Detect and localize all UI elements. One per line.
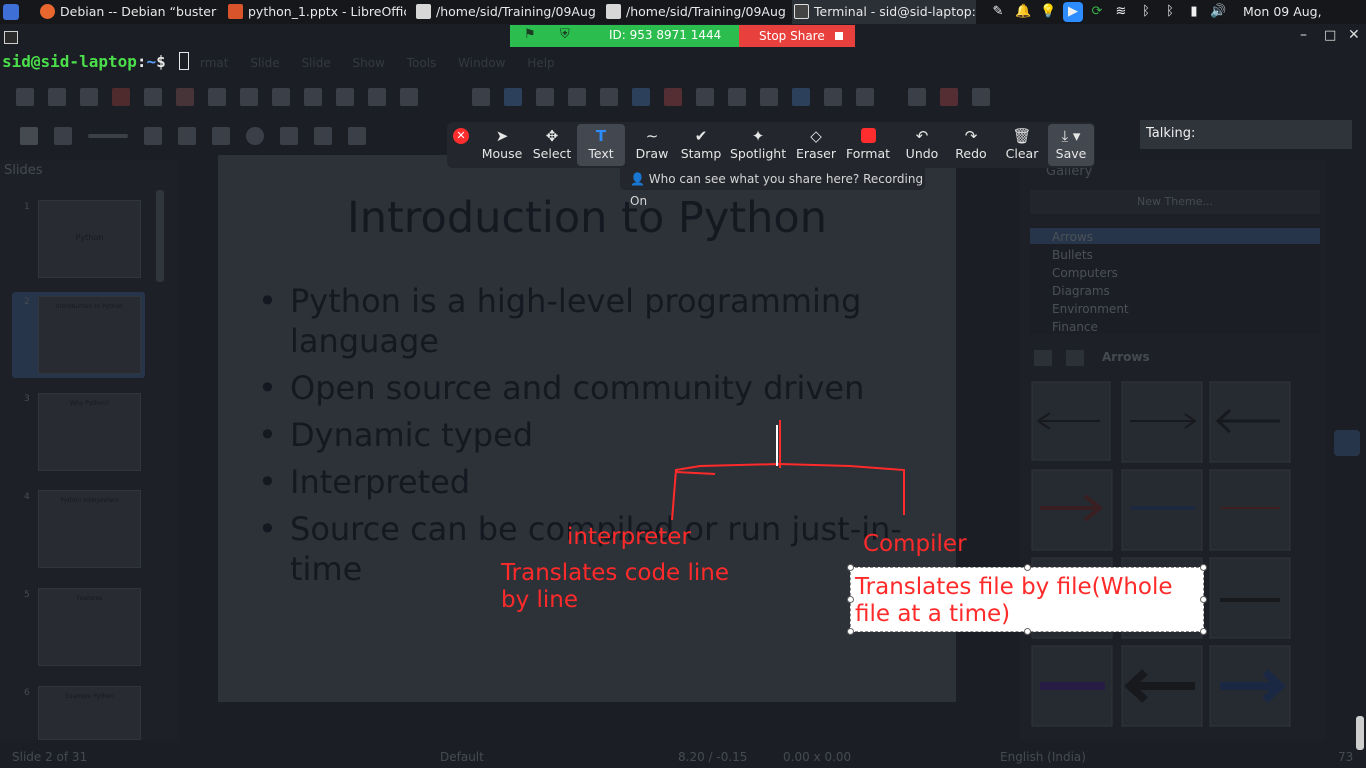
- close-annotate-icon[interactable]: ✕: [453, 128, 469, 144]
- share-notice[interactable]: 👤 Who can see what you share here? Recor…: [620, 168, 925, 208]
- tool-label: Format: [845, 146, 891, 161]
- tool-stamp[interactable]: ✔ Stamp: [676, 124, 726, 166]
- talking-indicator: Talking:: [1140, 120, 1352, 149]
- tool-label: Redo: [955, 146, 987, 161]
- resize-handle[interactable]: [847, 596, 854, 603]
- resize-handle[interactable]: [1200, 628, 1207, 635]
- text-icon: T: [595, 127, 607, 145]
- tool-label: Select: [532, 146, 572, 161]
- tool-text[interactable]: T Text: [577, 124, 625, 166]
- stamp-icon: ✔: [694, 127, 708, 145]
- trash-icon: 🗑: [1012, 127, 1032, 145]
- tool-label: Eraser: [795, 146, 837, 161]
- annotation-compiler-desc: Translates file by file(Whole file at a …: [855, 574, 1173, 627]
- tool-eraser[interactable]: ◇ Eraser: [791, 124, 841, 166]
- tool-select[interactable]: ✥ Select: [527, 124, 577, 166]
- annotation-interpreter-desc: Translates code line by line: [501, 560, 730, 613]
- format-color-icon: [843, 126, 893, 146]
- tool-label: Clear: [1005, 146, 1039, 161]
- tool-redo[interactable]: ↷ Redo: [946, 124, 996, 166]
- annotation-compiler: Compiler: [863, 531, 967, 557]
- tool-undo[interactable]: ↶ Undo: [897, 124, 947, 166]
- annotation-textbox[interactable]: Translates file by file(Whole file at a …: [847, 564, 1207, 635]
- tool-clear[interactable]: 🗑 Clear: [997, 124, 1047, 166]
- resize-handle[interactable]: [1200, 564, 1207, 571]
- save-icon: ⤓ ▾: [1061, 127, 1081, 145]
- resize-handle[interactable]: [847, 628, 854, 635]
- tool-draw[interactable]: ∼ Draw: [627, 124, 677, 166]
- tool-label: Text: [588, 146, 614, 161]
- move-icon: ✥: [545, 127, 559, 145]
- tool-label: Draw: [635, 146, 669, 161]
- tool-label: Spotlight: [730, 146, 787, 161]
- tool-save[interactable]: ⤓ ▾ Save: [1048, 124, 1094, 166]
- annotation-interpreter: interpreter: [567, 524, 691, 550]
- people-icon: 👤: [630, 172, 645, 186]
- tool-label: Stamp: [680, 146, 722, 161]
- draw-icon: ∼: [645, 127, 659, 145]
- resize-handle[interactable]: [1024, 628, 1031, 635]
- zoom-annotate-toolbar: ✕ ➤ Mouse ✥ Select T Text ∼ Draw ✔ Stamp ✦ Spo…: [447, 122, 1095, 168]
- annotation-drawing: [671, 420, 905, 521]
- tool-label: Undo: [905, 146, 939, 161]
- spotlight-icon: ✦: [751, 127, 765, 145]
- resize-handle[interactable]: [1200, 596, 1207, 603]
- tool-mouse[interactable]: ➤ Mouse: [477, 124, 527, 166]
- tool-spotlight[interactable]: ✦ Spotlight: [730, 124, 786, 166]
- resize-handle[interactable]: [1024, 564, 1031, 571]
- terminal-scrollbar[interactable]: [1356, 716, 1364, 750]
- eraser-icon: ◇: [810, 127, 822, 145]
- redo-icon: ↷: [964, 127, 978, 145]
- desktop: Debian -- Debian “buster” ... python_1.p…: [0, 0, 1366, 768]
- undo-icon: ↶: [915, 127, 929, 145]
- resize-handle[interactable]: [847, 564, 854, 571]
- tool-label: Save: [1055, 146, 1087, 161]
- tool-label: Mouse: [481, 146, 523, 161]
- mouse-icon: ➤: [495, 127, 509, 145]
- tool-format[interactable]: Format: [843, 124, 893, 166]
